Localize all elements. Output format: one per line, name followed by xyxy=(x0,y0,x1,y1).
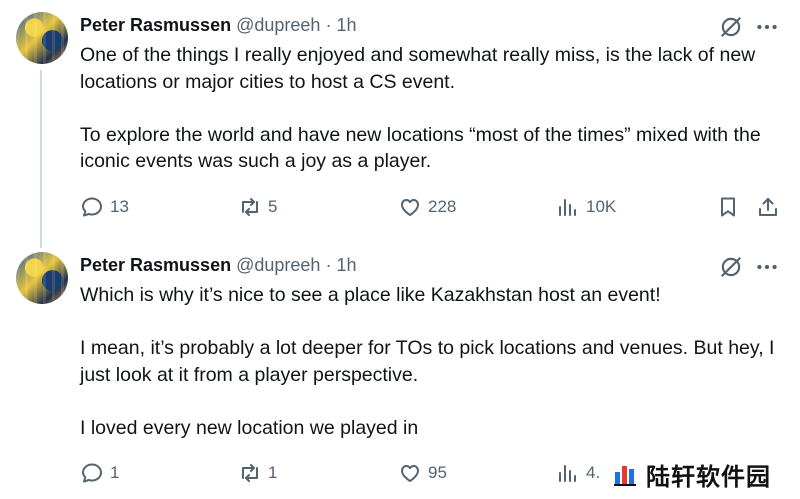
author-handle[interactable]: @dupreeh xyxy=(236,255,320,275)
reply-count: 13 xyxy=(110,197,129,216)
avatar[interactable] xyxy=(16,12,68,64)
like-button[interactable]: 95 xyxy=(398,459,447,487)
repost-icon xyxy=(242,198,258,216)
like-icon xyxy=(401,199,419,216)
repost-button[interactable]: 1 xyxy=(238,459,277,487)
repost-count: 5 xyxy=(268,197,278,216)
share-button[interactable] xyxy=(756,193,780,221)
views-button[interactable]: 4. xyxy=(556,459,600,487)
separator-dot: · xyxy=(325,15,332,35)
repost-count: 1 xyxy=(268,463,278,482)
like-count: 228 xyxy=(428,197,457,216)
watermark-logo-icon xyxy=(614,466,636,486)
reply-button[interactable]: 1 xyxy=(80,459,119,487)
grok-icon[interactable] xyxy=(718,14,744,40)
reply-button[interactable]: 13 xyxy=(80,193,129,221)
reply-icon xyxy=(82,197,102,217)
views-button[interactable]: 10K xyxy=(556,193,616,221)
bookmark-icon xyxy=(721,197,735,217)
thread-connector-line xyxy=(40,70,42,248)
tweet-header: Peter Rasmussen @dupreeh · 1h xyxy=(80,254,357,276)
tweet[interactable]: Peter Rasmussen @dupreeh · 1h One of the… xyxy=(0,0,800,248)
watermark-text: 陆轩软件园 xyxy=(646,462,771,491)
author-name[interactable]: Peter Rasmussen xyxy=(80,15,231,35)
tweet-header: Peter Rasmussen @dupreeh · 1h xyxy=(80,14,357,36)
author-name[interactable]: Peter Rasmussen xyxy=(80,255,231,275)
share-icon xyxy=(759,198,777,216)
tweet-text: Which is why it’s nice to see a place li… xyxy=(80,284,775,439)
separator-dot: · xyxy=(325,255,332,275)
tweet-text: One of the things I really enjoyed and s… xyxy=(80,44,761,172)
timestamp[interactable]: 1h xyxy=(336,255,356,275)
more-icon[interactable] xyxy=(754,254,780,280)
views-icon xyxy=(559,199,576,216)
like-button[interactable]: 228 xyxy=(398,193,456,221)
tweet-actions: 13 5 228 10K xyxy=(80,193,786,223)
timestamp[interactable]: 1h xyxy=(336,15,356,35)
like-icon xyxy=(401,465,419,482)
author-handle[interactable]: @dupreeh xyxy=(236,15,320,35)
avatar[interactable] xyxy=(16,252,68,304)
views-count: 10K xyxy=(586,197,617,216)
more-icon[interactable] xyxy=(754,14,780,40)
views-icon xyxy=(559,465,576,482)
bookmark-button[interactable] xyxy=(716,193,740,221)
reply-count: 1 xyxy=(110,463,120,482)
watermark: 陆轩软件园 xyxy=(608,456,777,492)
like-count: 95 xyxy=(428,463,447,482)
views-count: 4. xyxy=(586,463,601,482)
repost-button[interactable]: 5 xyxy=(238,193,277,221)
repost-icon xyxy=(242,464,258,482)
reply-icon xyxy=(82,463,102,483)
grok-icon[interactable] xyxy=(718,254,744,280)
